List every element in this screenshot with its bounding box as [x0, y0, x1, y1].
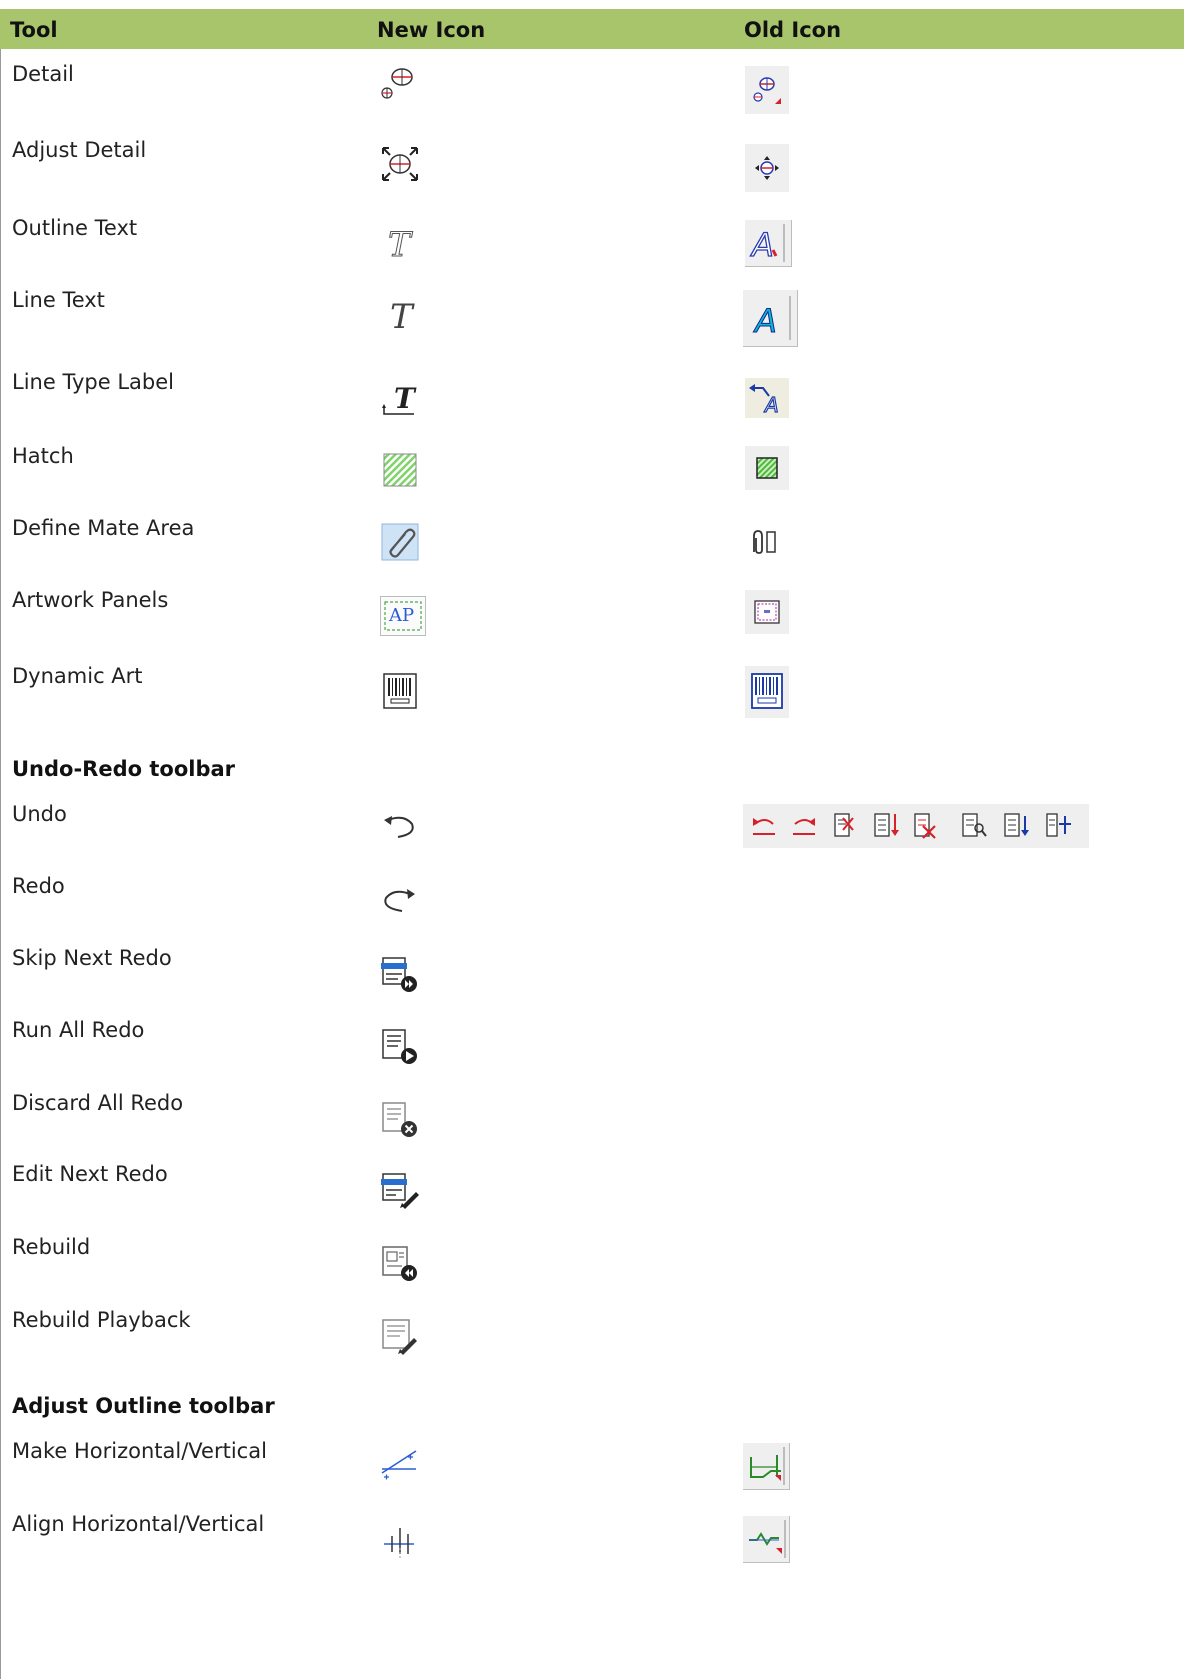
- header-new-icon: New Icon: [377, 18, 486, 42]
- section-heading: Adjust Outline toolbar: [12, 1394, 275, 1418]
- hatch-icon: [382, 452, 418, 488]
- svg-text:A: A: [763, 393, 779, 417]
- barcode-old-icon: [745, 666, 789, 718]
- tool-label: Skip Next Redo: [12, 946, 172, 970]
- section-heading: Undo-Redo toolbar: [12, 757, 236, 781]
- adjust-detail-icon: [380, 142, 420, 186]
- tool-label: Rebuild Playback: [12, 1308, 191, 1332]
- svg-text:A: A: [753, 302, 777, 340]
- tool-label: Dynamic Art: [12, 664, 143, 688]
- artwork-panels-old-icon: [745, 590, 789, 634]
- undo-redo-toolbar-old-icon: [743, 804, 1089, 848]
- table-row: Dynamic Art: [0, 664, 1184, 726]
- table-row: Outline Text T A: [0, 216, 1184, 274]
- tool-icon-table: Tool New Icon Old Icon Detail Adjust Det…: [0, 0, 1184, 1679]
- table-row: Adjust Detail: [0, 138, 1184, 206]
- table-row: Rebuild Playback: [0, 1308, 1184, 1368]
- rebuild-icon: [380, 1243, 420, 1283]
- table-row: Detail: [0, 62, 1184, 124]
- tool-label: Rebuild: [12, 1235, 91, 1259]
- skip-next-redo-icon: [380, 954, 420, 994]
- tool-label: Artwork Panels: [12, 588, 169, 612]
- redo-icon: [380, 886, 420, 916]
- section-heading-row: Undo-Redo toolbar: [0, 757, 1184, 787]
- header-tool: Tool: [10, 18, 58, 42]
- table-row: Artwork Panels AP: [0, 588, 1184, 650]
- table-row: Hatch: [0, 444, 1184, 504]
- align-horizontal-vertical-old-icon: [743, 1516, 790, 1563]
- table-row: Run All Redo: [0, 1018, 1184, 1078]
- line-type-label-old-icon: A: [745, 378, 789, 418]
- line-text-old-icon: A: [743, 290, 798, 347]
- artwork-panels-icon: AP: [380, 596, 426, 636]
- table-header: Tool New Icon Old Icon: [0, 9, 1184, 49]
- discard-all-redo-icon: [380, 1099, 420, 1139]
- table-row: Redo: [0, 874, 1184, 934]
- tool-label: Hatch: [12, 444, 74, 468]
- tool-label: Run All Redo: [12, 1018, 145, 1042]
- detail-icon: [380, 64, 420, 100]
- section-heading-row: Adjust Outline toolbar: [0, 1394, 1184, 1424]
- outline-text-old-icon: A: [745, 220, 792, 267]
- tool-label: Outline Text: [12, 216, 138, 240]
- artwork-panels-icon-text: AP: [389, 605, 415, 626]
- table-row: Edit Next Redo: [0, 1162, 1184, 1222]
- table-row: Align Horizontal/Vertical: [0, 1512, 1184, 1574]
- tool-label: Discard All Redo: [12, 1091, 184, 1115]
- tool-label: Detail: [12, 62, 74, 86]
- header-old-icon: Old Icon: [744, 18, 842, 42]
- hatch-old-icon: [745, 446, 789, 490]
- svg-text:T: T: [390, 297, 415, 334]
- paperclip-old-icon: [748, 526, 788, 558]
- detail-old-icon: [745, 66, 789, 114]
- paperclip-icon: [380, 522, 420, 562]
- outline-text-icon: T: [384, 224, 418, 263]
- table-row: Line Text T A: [0, 288, 1184, 348]
- table-row: Undo: [0, 802, 1184, 862]
- table-row: Rebuild: [0, 1235, 1184, 1295]
- tool-label: Adjust Detail: [12, 138, 147, 162]
- table-row: Define Mate Area: [0, 516, 1184, 576]
- tool-label: Make Horizontal/Vertical: [12, 1439, 267, 1463]
- make-horizontal-vertical-old-icon: [743, 1443, 790, 1490]
- adjust-detail-old-icon: [745, 144, 789, 192]
- rebuild-playback-icon: [380, 1316, 420, 1356]
- barcode-icon: [382, 672, 418, 710]
- run-all-redo-icon: [380, 1026, 420, 1066]
- tool-label: Define Mate Area: [12, 516, 195, 540]
- table-row: Discard All Redo: [0, 1091, 1184, 1151]
- svg-text:A: A: [750, 226, 774, 264]
- line-text-icon: T: [384, 294, 418, 334]
- tool-label: Undo: [12, 802, 67, 826]
- table-row: Line Type Label T A: [0, 370, 1184, 430]
- svg-text:T: T: [388, 225, 413, 262]
- tool-label: Align Horizontal/Vertical: [12, 1512, 265, 1536]
- table-row: Skip Next Redo: [0, 946, 1184, 1006]
- undo-icon: [380, 812, 420, 842]
- tool-label: Line Text: [12, 288, 105, 312]
- svg-text:T: T: [394, 382, 417, 415]
- make-horizontal-vertical-icon: [380, 1447, 420, 1487]
- align-horizontal-vertical-icon: [380, 1522, 420, 1562]
- edit-next-redo-icon: [380, 1170, 420, 1210]
- tool-label: Line Type Label: [12, 370, 175, 394]
- line-type-label-icon: T: [380, 378, 420, 418]
- table-row: Make Horizontal/Vertical: [0, 1439, 1184, 1501]
- tool-label: Redo: [12, 874, 65, 898]
- tool-label: Edit Next Redo: [12, 1162, 168, 1186]
